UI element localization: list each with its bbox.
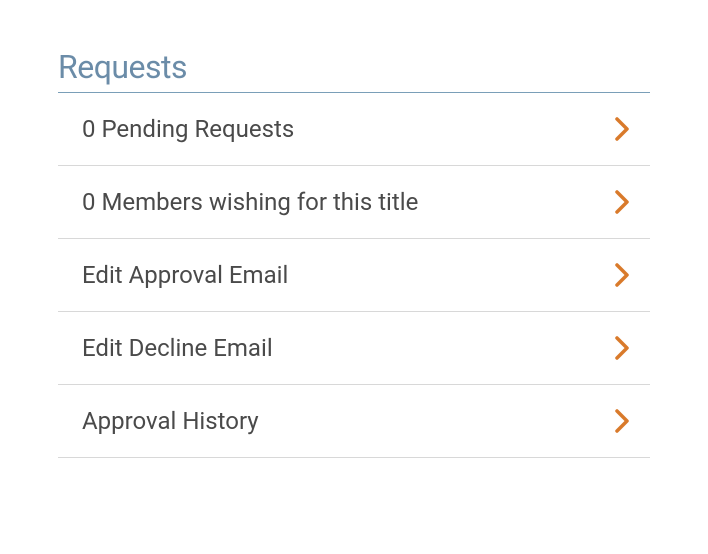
chevron-right-icon xyxy=(615,263,630,287)
requests-list: 0 Pending Requests 0 Members wishing for… xyxy=(58,93,650,458)
list-item[interactable]: 0 Pending Requests xyxy=(58,93,650,166)
chevron-right-icon xyxy=(615,190,630,214)
list-item[interactable]: Edit Approval Email xyxy=(58,239,650,312)
list-item-label: Approval History xyxy=(82,407,259,435)
list-item-label: Edit Decline Email xyxy=(82,334,273,362)
section-title: Requests xyxy=(58,48,650,93)
list-item[interactable]: 0 Members wishing for this title xyxy=(58,166,650,239)
chevron-right-icon xyxy=(615,336,630,360)
list-item-label: Edit Approval Email xyxy=(82,261,288,289)
chevron-right-icon xyxy=(615,409,630,433)
list-item-label: 0 Members wishing for this title xyxy=(82,188,418,216)
list-item-label: 0 Pending Requests xyxy=(82,115,294,143)
list-item[interactable]: Approval History xyxy=(58,385,650,458)
chevron-right-icon xyxy=(615,117,630,141)
list-item[interactable]: Edit Decline Email xyxy=(58,312,650,385)
